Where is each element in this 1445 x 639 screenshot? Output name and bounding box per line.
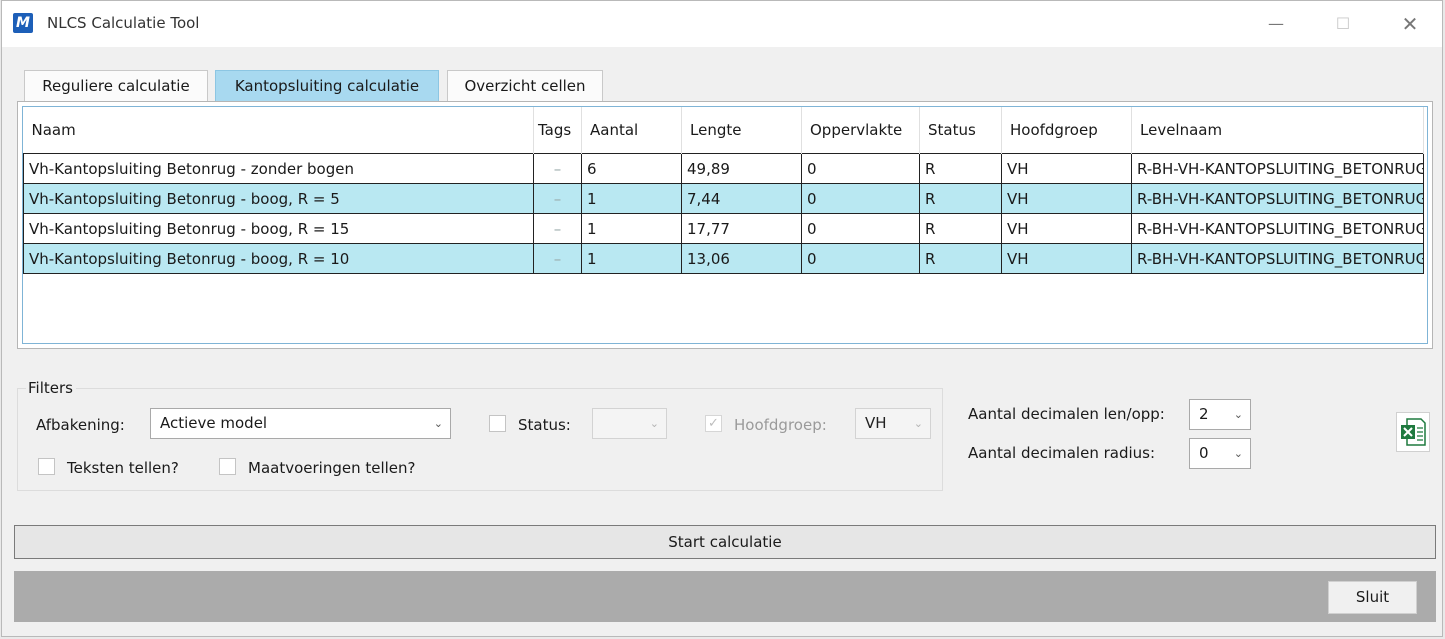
table-row[interactable]: Vh-Kantopsluiting Betonrug - boog, R = 5… — [23, 183, 1424, 214]
sluit-button[interactable]: Sluit — [1328, 581, 1417, 614]
table-row[interactable]: Vh-Kantopsluiting Betonrug - zonder boge… — [23, 153, 1424, 184]
decimals-radius-select[interactable]: 0 ⌄ — [1189, 438, 1251, 469]
cell-levelnaam: R-BH-VH-KANTOPSLUITING_BETONRUG — [1131, 153, 1424, 184]
title-bar[interactable]: M NLCS Calculatie Tool — ☐ ✕ — [2, 1, 1442, 47]
excel-export-button[interactable] — [1396, 412, 1430, 452]
window-title: NLCS Calculatie Tool — [47, 14, 200, 32]
table-row[interactable]: Vh-Kantopsluiting Betonrug - boog, R = 1… — [23, 243, 1424, 274]
cell-levelnaam: R-BH-VH-KANTOPSLUITING_BETONRUG — [1131, 243, 1424, 274]
cell-lengte: 49,89 — [681, 153, 802, 184]
status-label: Status: — [518, 416, 571, 434]
cell-status: R — [919, 183, 1002, 214]
teksten-checkbox[interactable] — [38, 458, 55, 475]
teksten-label: Teksten tellen? — [67, 459, 179, 477]
excel-export-icon — [1401, 418, 1426, 446]
cell-hoofdgroep: VH — [1001, 183, 1132, 214]
tab-panel: Naam Tags Aantal Lengte Oppervlakte Stat… — [17, 101, 1433, 349]
maximize-button[interactable]: ☐ — [1321, 9, 1365, 39]
cell-tags: – — [533, 243, 582, 274]
column-header-naam[interactable]: Naam — [23, 107, 534, 154]
table-header-row: Naam Tags Aantal Lengte Oppervlakte Stat… — [23, 107, 1424, 154]
start-calculatie-button[interactable]: Start calculatie — [14, 525, 1436, 559]
cell-oppervlakte: 0 — [801, 153, 920, 184]
hoofdgroep-checkbox[interactable]: ✓ — [705, 415, 722, 432]
column-header-status[interactable]: Status — [919, 107, 1002, 154]
results-grid[interactable]: Naam Tags Aantal Lengte Oppervlakte Stat… — [22, 106, 1428, 344]
cell-tags: – — [533, 153, 582, 184]
hoofdgroep-value: VH — [865, 414, 887, 432]
cell-status: R — [919, 153, 1002, 184]
cell-levelnaam: R-BH-VH-KANTOPSLUITING_BETONRUG — [1131, 183, 1424, 214]
column-header-lengte[interactable]: Lengte — [681, 107, 802, 154]
cell-aantal: 6 — [581, 153, 682, 184]
cell-aantal: 1 — [581, 243, 682, 274]
decimals-radius-label: Aantal decimalen radius: — [968, 444, 1156, 462]
afbakening-select[interactable]: Actieve model ⌄ — [150, 408, 451, 439]
cell-aantal: 1 — [581, 213, 682, 244]
column-header-aantal[interactable]: Aantal — [581, 107, 682, 154]
cell-oppervlakte: 0 — [801, 213, 920, 244]
chevron-down-icon: ⌄ — [913, 417, 923, 430]
cell-naam: Vh-Kantopsluiting Betonrug - boog, R = 1… — [23, 243, 534, 274]
afbakening-value: Actieve model — [160, 414, 268, 432]
cell-lengte: 13,06 — [681, 243, 802, 274]
hoofdgroep-label: Hoofdgroep: — [734, 416, 827, 434]
chevron-down-icon: ⌄ — [1233, 447, 1243, 460]
cell-status: R — [919, 243, 1002, 274]
cell-lengte: 17,77 — [681, 213, 802, 244]
column-header-oppervlakte[interactable]: Oppervlakte — [801, 107, 920, 154]
cell-hoofdgroep: VH — [1001, 243, 1132, 274]
cell-oppervlakte: 0 — [801, 183, 920, 214]
app-icon: M — [13, 13, 33, 33]
filters-legend: Filters — [26, 379, 76, 397]
cell-naam: Vh-Kantopsluiting Betonrug - boog, R = 5 — [23, 183, 534, 214]
cell-levelnaam: R-BH-VH-KANTOPSLUITING_BETONRUG — [1131, 213, 1424, 244]
hoofdgroep-select[interactable]: VH ⌄ — [855, 408, 931, 439]
cell-hoofdgroep: VH — [1001, 213, 1132, 244]
status-checkbox[interactable] — [489, 415, 506, 432]
tab-kantopsluiting-calculatie[interactable]: Kantopsluiting calculatie — [215, 70, 439, 101]
cell-hoofdgroep: VH — [1001, 153, 1132, 184]
chevron-down-icon: ⌄ — [1233, 408, 1243, 421]
cell-tags: – — [533, 213, 582, 244]
cell-naam: Vh-Kantopsluiting Betonrug - zonder boge… — [23, 153, 534, 184]
app-window: M NLCS Calculatie Tool — ☐ ✕ Reguliere c… — [1, 0, 1443, 637]
afbakening-label: Afbakening: — [36, 416, 125, 434]
cell-status: R — [919, 213, 1002, 244]
cell-tags: – — [533, 183, 582, 214]
cell-oppervlakte: 0 — [801, 243, 920, 274]
decimals-len-opp-select[interactable]: 2 ⌄ — [1189, 399, 1251, 430]
minimize-button[interactable]: — — [1254, 9, 1298, 39]
decimals-len-opp-value: 2 — [1199, 405, 1209, 423]
maatvoeringen-label: Maatvoeringen tellen? — [248, 459, 416, 477]
close-window-button[interactable]: ✕ — [1388, 9, 1432, 39]
cell-lengte: 7,44 — [681, 183, 802, 214]
cell-aantal: 1 — [581, 183, 682, 214]
decimals-radius-value: 0 — [1199, 444, 1209, 462]
chevron-down-icon: ⌄ — [649, 417, 659, 430]
decimals-len-opp-label: Aantal decimalen len/opp: — [968, 405, 1165, 423]
column-header-hoofdgroep[interactable]: Hoofdgroep — [1001, 107, 1132, 154]
status-select[interactable]: ⌄ — [592, 408, 667, 439]
maatvoeringen-checkbox[interactable] — [219, 458, 236, 475]
tab-reguliere-calculatie[interactable]: Reguliere calculatie — [24, 70, 208, 101]
chevron-down-icon: ⌄ — [433, 417, 443, 430]
column-header-tags[interactable]: Tags — [533, 107, 582, 154]
column-header-levelnaam[interactable]: Levelnaam — [1131, 107, 1424, 154]
tab-overzicht-cellen[interactable]: Overzicht cellen — [447, 70, 603, 101]
bottom-bar — [14, 571, 1436, 622]
cell-naam: Vh-Kantopsluiting Betonrug - boog, R = 1… — [23, 213, 534, 244]
results-table: Naam Tags Aantal Lengte Oppervlakte Stat… — [23, 107, 1424, 274]
table-row[interactable]: Vh-Kantopsluiting Betonrug - boog, R = 1… — [23, 213, 1424, 244]
